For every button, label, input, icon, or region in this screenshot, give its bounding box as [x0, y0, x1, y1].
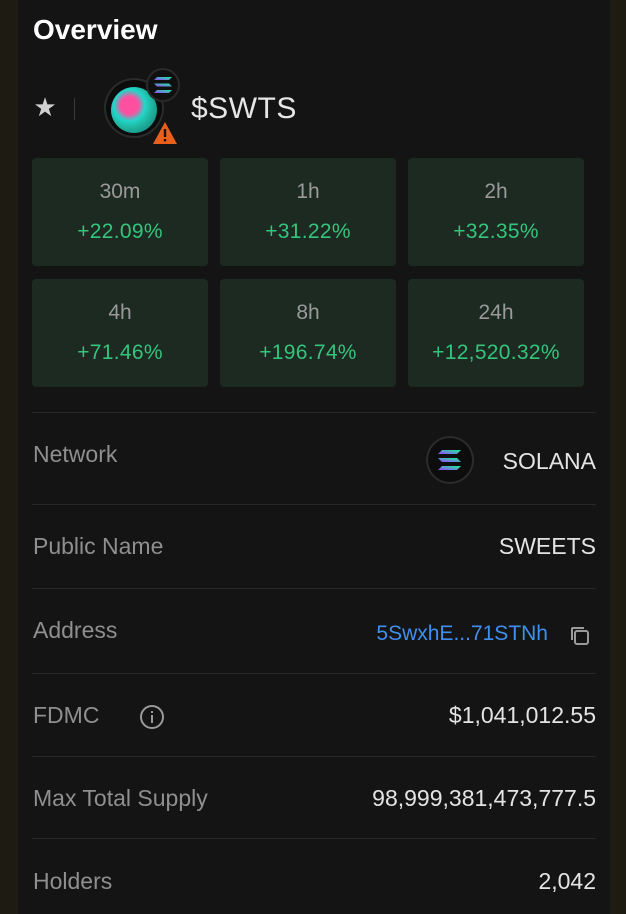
fdmc-value: $1,041,012.55 [448, 702, 596, 728]
period-label: 4h [108, 301, 132, 324]
overview-title: Overview [33, 14, 158, 45]
change-value: +12,520.32% [432, 341, 560, 364]
divider [32, 673, 596, 674]
info-icon[interactable] [139, 704, 165, 730]
divider [32, 756, 596, 757]
fdmc-label-text: FDMC [33, 702, 100, 728]
overview-panel: Overview ★ $SWTS 30m +22.09% 1h +31.22% … [18, 0, 610, 914]
address-label: Address [33, 617, 118, 643]
period-label: 30m [99, 180, 141, 203]
address-link[interactable]: 5SwxhE...71STNh [376, 622, 548, 646]
divider [32, 588, 596, 589]
network-value: SOLANA [502, 448, 596, 474]
period-label: 24h [478, 301, 514, 324]
change-value: +31.22% [265, 220, 351, 243]
holders-value: 2,042 [538, 868, 596, 894]
max-supply-label: Max Total Supply [33, 785, 208, 811]
network-label: Network [33, 441, 118, 467]
divider [32, 504, 596, 505]
copy-icon[interactable] [567, 623, 593, 649]
token-logo-group [104, 68, 194, 148]
warning-icon [152, 120, 178, 146]
divider [32, 838, 596, 839]
period-label: 8h [296, 301, 320, 324]
divider [74, 98, 75, 120]
token-header: ★ $SWTS [18, 68, 610, 150]
solana-icon [146, 68, 180, 102]
token-symbol: $SWTS [191, 92, 297, 125]
period-label: 2h [484, 180, 508, 203]
period-label: 1h [296, 180, 320, 203]
public-name-value: SWEETS [498, 533, 596, 559]
change-value: +71.46% [77, 341, 163, 364]
change-tile-2h: 2h +32.35% [408, 158, 584, 266]
change-value: +22.09% [77, 220, 163, 243]
star-icon[interactable]: ★ [32, 94, 58, 120]
change-value: +32.35% [453, 220, 539, 243]
change-tile-4h: 4h +71.46% [32, 279, 208, 387]
max-supply-value: 98,999,381,473,777.5 [372, 785, 596, 811]
window-edge [610, 0, 626, 914]
solana-icon [426, 436, 474, 484]
change-tile-1h: 1h +31.22% [220, 158, 396, 266]
public-name-label: Public Name [33, 533, 164, 559]
change-tile-24h: 24h +12,520.32% [408, 279, 584, 387]
change-value: +196.74% [259, 341, 357, 364]
holders-label: Holders [33, 868, 113, 894]
divider [32, 412, 596, 413]
fdmc-label: FDMC [33, 702, 164, 729]
change-tile-30m: 30m +22.09% [32, 158, 208, 266]
change-tile-8h: 8h +196.74% [220, 279, 396, 387]
